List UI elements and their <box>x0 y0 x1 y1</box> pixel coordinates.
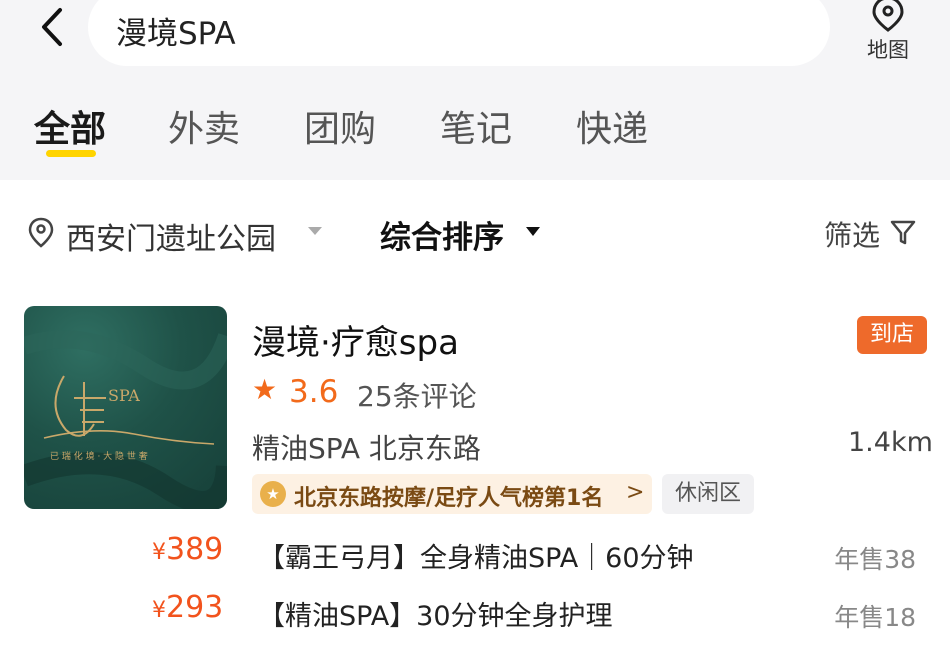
shop-name[interactable]: 漫境·疗愈spa <box>252 315 459 364</box>
deal-price: ¥389 <box>152 532 224 567</box>
deal-title: 【精油SPA】30分钟全身护理 <box>258 601 613 632</box>
chevron-right-icon: > <box>626 480 645 505</box>
search-input[interactable]: 漫境SPA <box>88 0 830 66</box>
rating-value: 3.6 <box>289 374 339 410</box>
ranking-badge[interactable]: ★ 北京东路按摩/足疗人气榜第1名 > <box>252 474 652 514</box>
shop-category: 精油SPA 北京东路 <box>252 432 481 465</box>
tab-express[interactable]: 快递 <box>576 100 648 152</box>
sort-label: 综合排序 <box>380 220 504 256</box>
caret-down-icon <box>526 227 540 236</box>
filter-bar: 西安门遗址公园 综合排序 筛选 <box>0 200 950 264</box>
map-pin-icon <box>872 0 904 32</box>
ranking-label: 北京东路按摩/足疗人气榜第1名 <box>294 486 604 511</box>
search-query: 漫境SPA <box>116 16 236 52</box>
area-tag: 休闲区 <box>662 474 754 514</box>
deal-title: 【霸王弓月】全身精油SPA｜60分钟 <box>258 543 694 574</box>
map-label: 地图 <box>867 38 909 62</box>
back-button[interactable] <box>34 4 74 50</box>
tab-notes[interactable]: 笔记 <box>440 100 512 152</box>
star-icon: ★ <box>252 373 278 406</box>
review-count[interactable]: 25条评论 <box>357 375 477 415</box>
logo-subtext: 已 瑞 化 境 · 大 隐 世 奢 <box>50 452 148 462</box>
in-store-badge: 到店 <box>857 316 927 354</box>
filter-label: 筛选 <box>824 219 881 252</box>
chevron-left-icon <box>42 8 62 46</box>
location-label: 西安门遗址公园 <box>66 222 276 257</box>
logo-text: SPA <box>108 386 140 405</box>
tab-takeout[interactable]: 外卖 <box>168 100 240 152</box>
shop-distance: 1.4km <box>848 427 933 458</box>
tab-all[interactable]: 全部 <box>34 100 106 152</box>
deal-sales: 年售38 <box>834 545 916 574</box>
location-pin-icon <box>28 217 54 248</box>
caret-down-icon <box>308 227 322 235</box>
top-bar: 漫境SPA 地图 全部 外卖 团购 笔记 快递 <box>0 0 950 180</box>
shop-thumbnail[interactable]: SPA 已 瑞 化 境 · 大 隐 世 奢 <box>24 306 227 509</box>
map-button[interactable]: 地图 <box>852 0 924 66</box>
active-tab-indicator <box>46 150 96 157</box>
medal-icon: ★ <box>260 481 286 507</box>
tab-group-buy[interactable]: 团购 <box>304 100 376 152</box>
deal-price: ¥293 <box>152 590 224 625</box>
deal-sales: 年售18 <box>834 603 916 632</box>
tab-bar: 全部 外卖 团购 笔记 快递 <box>0 100 950 160</box>
shop-logo <box>24 330 227 509</box>
funnel-icon <box>890 220 916 245</box>
